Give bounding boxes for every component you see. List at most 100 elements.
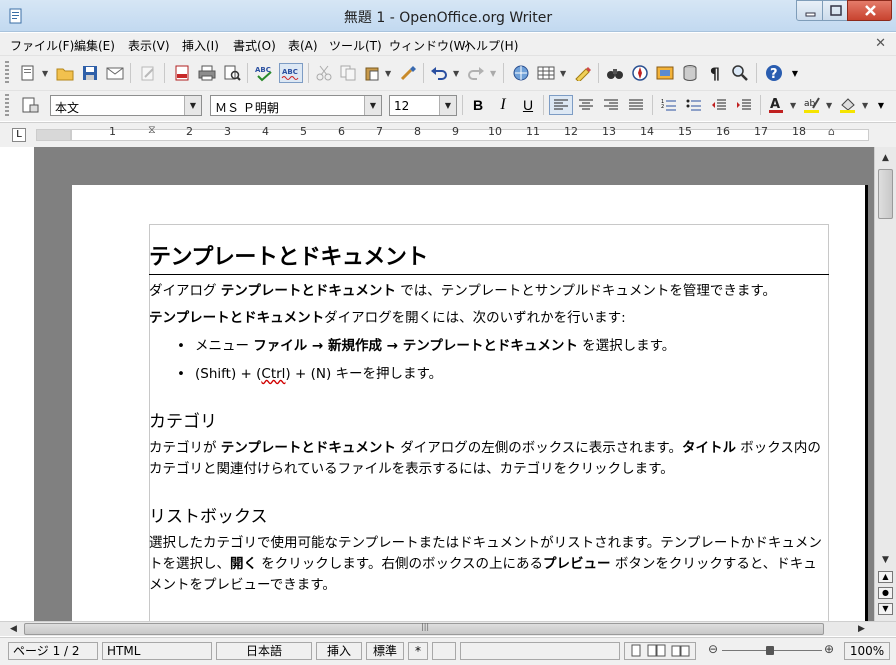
next-page-icon[interactable]: ▼ xyxy=(878,603,893,615)
scroll-left-icon[interactable]: ◀ xyxy=(6,622,21,636)
auto-spellcheck-icon[interactable]: ABC xyxy=(279,63,303,83)
document-modified[interactable]: * xyxy=(408,642,428,660)
toolbar-grip[interactable] xyxy=(5,61,9,85)
navigation-icon[interactable]: ● xyxy=(878,587,893,599)
document-page[interactable]: テンプレートとドキュメント ダイアログ テンプレートとドキュメント では、テンプ… xyxy=(72,185,868,621)
align-left-icon[interactable] xyxy=(549,95,573,115)
language-indicator[interactable]: 日本語 xyxy=(216,642,312,660)
zoom-slider[interactable]: ⊖ ⊕ xyxy=(708,642,836,658)
italic-icon[interactable]: I xyxy=(493,95,513,115)
horizontal-scroll-thumb[interactable]: ||| xyxy=(24,622,824,635)
paragraph-style-select[interactable]: 本文 ▼ xyxy=(50,95,202,116)
highlighting-dropdown-icon[interactable]: ▼ xyxy=(826,101,832,110)
page-indicator[interactable]: ページ 1 / 2 xyxy=(8,642,98,660)
font-name-select[interactable]: ＭＳ Ｐ明朝 ▼ xyxy=(210,95,382,116)
maximize-button[interactable] xyxy=(822,0,848,21)
menu-file[interactable]: ファイル(F) xyxy=(10,37,74,54)
styles-formatting-icon[interactable] xyxy=(20,95,40,115)
tab-type-selector[interactable]: L xyxy=(12,128,26,142)
new-dropdown-icon[interactable]: ▼ xyxy=(42,69,48,78)
menu-window[interactable]: ウィンドウ(W) xyxy=(389,37,470,54)
scroll-down-icon[interactable]: ▼ xyxy=(878,553,893,568)
table-icon[interactable] xyxy=(536,63,556,83)
redo-dropdown-icon[interactable]: ▼ xyxy=(490,69,496,78)
edit-file-icon[interactable] xyxy=(138,63,158,83)
chevron-down-icon[interactable]: ▼ xyxy=(184,96,201,115)
zoom-level[interactable]: 100% xyxy=(844,642,890,660)
bold-icon[interactable]: B xyxy=(468,95,488,115)
minimize-button[interactable] xyxy=(796,0,823,21)
indent-marker-icon[interactable]: ⧖ xyxy=(148,123,156,137)
font-size-select[interactable]: 12 ▼ xyxy=(389,95,457,116)
previous-page-icon[interactable]: ▲ xyxy=(878,571,893,583)
close-document-icon[interactable]: ✕ xyxy=(875,36,886,51)
cut-icon[interactable] xyxy=(314,63,334,83)
gallery-icon[interactable] xyxy=(655,63,675,83)
undo-dropdown-icon[interactable]: ▼ xyxy=(453,69,459,78)
print-icon[interactable] xyxy=(197,63,217,83)
table-dropdown-icon[interactable]: ▼ xyxy=(560,69,566,78)
save-icon[interactable] xyxy=(80,63,100,83)
align-center-icon[interactable] xyxy=(576,95,596,115)
background-color-dropdown-icon[interactable]: ▼ xyxy=(862,101,868,110)
document-area[interactable]: テンプレートとドキュメント ダイアログ テンプレートとドキュメント では、テンプ… xyxy=(34,147,874,621)
multi-page-view-icon[interactable] xyxy=(647,644,667,658)
menu-edit[interactable]: 編集(E) xyxy=(74,37,115,54)
highlighting-icon[interactable]: ab xyxy=(802,95,822,115)
digital-signature[interactable] xyxy=(432,642,456,660)
export-pdf-icon[interactable] xyxy=(172,63,192,83)
decrease-indent-icon[interactable] xyxy=(709,95,729,115)
zoom-icon[interactable] xyxy=(730,63,750,83)
close-button[interactable] xyxy=(847,0,892,21)
align-right-icon[interactable] xyxy=(601,95,621,115)
toolbar-grip[interactable] xyxy=(5,94,9,118)
paste-dropdown-icon[interactable]: ▼ xyxy=(385,69,391,78)
vertical-scroll-thumb[interactable] xyxy=(878,169,893,219)
toolbar-overflow-icon[interactable]: ▼ xyxy=(790,63,800,83)
document-content[interactable]: テンプレートとドキュメント ダイアログ テンプレートとドキュメント では、テンプ… xyxy=(149,239,829,596)
data-sources-icon[interactable] xyxy=(680,63,700,83)
open-folder-icon[interactable] xyxy=(55,63,75,83)
menu-insert[interactable]: 挿入(I) xyxy=(182,37,219,54)
background-color-icon[interactable] xyxy=(838,95,858,115)
vertical-scrollbar[interactable]: ▲ ▼ ▲ ● ▼ xyxy=(874,147,896,621)
toolbar-overflow-icon[interactable]: ▼ xyxy=(876,95,886,115)
increase-indent-icon[interactable] xyxy=(734,95,754,115)
font-color-icon[interactable]: A xyxy=(766,95,786,115)
paste-icon[interactable] xyxy=(362,63,382,83)
undo-icon[interactable] xyxy=(429,63,449,83)
numbering-icon[interactable]: 12 xyxy=(659,95,679,115)
bullets-icon[interactable] xyxy=(684,95,704,115)
scroll-right-icon[interactable]: ▶ xyxy=(854,622,869,636)
menu-help[interactable]: ヘルプ(H) xyxy=(464,37,518,54)
hyperlink-icon[interactable] xyxy=(511,63,531,83)
insert-mode[interactable]: 挿入 xyxy=(316,642,362,660)
horizontal-ruler[interactable]: L ⧖ 1 2 3 4 5 6 7 8 9 10 11 12 13 14 15 … xyxy=(0,122,896,147)
right-indent-marker-icon[interactable]: ⌂ xyxy=(828,125,835,138)
zoom-in-icon[interactable]: ⊕ xyxy=(824,642,834,656)
page-preview-icon[interactable] xyxy=(222,63,242,83)
horizontal-scrollbar[interactable]: ◀ ||| ▶ xyxy=(0,621,896,636)
font-color-dropdown-icon[interactable]: ▼ xyxy=(790,101,796,110)
book-view-icon[interactable] xyxy=(671,644,691,658)
selection-mode[interactable]: 標準 xyxy=(366,642,404,660)
zoom-out-icon[interactable]: ⊖ xyxy=(708,642,718,656)
help-icon[interactable]: ? xyxy=(764,63,784,83)
justify-icon[interactable] xyxy=(626,95,646,115)
navigator-icon[interactable] xyxy=(630,63,650,83)
draw-functions-icon[interactable] xyxy=(573,63,593,83)
page-style[interactable]: HTML xyxy=(102,642,212,660)
copy-icon[interactable] xyxy=(338,63,358,83)
underline-icon[interactable]: U xyxy=(518,95,538,115)
menu-tools[interactable]: ツール(T) xyxy=(329,37,382,54)
find-replace-icon[interactable] xyxy=(605,63,625,83)
chevron-down-icon[interactable]: ▼ xyxy=(364,96,381,115)
new-document-icon[interactable] xyxy=(18,63,38,83)
email-icon[interactable] xyxy=(105,63,125,83)
spellcheck-icon[interactable]: ABC xyxy=(254,63,274,83)
chevron-down-icon[interactable]: ▼ xyxy=(439,96,456,115)
menu-view[interactable]: 表示(V) xyxy=(128,37,170,54)
menu-format[interactable]: 書式(O) xyxy=(233,37,276,54)
menu-table[interactable]: 表(A) xyxy=(288,37,318,54)
single-page-view-icon[interactable] xyxy=(629,644,643,658)
